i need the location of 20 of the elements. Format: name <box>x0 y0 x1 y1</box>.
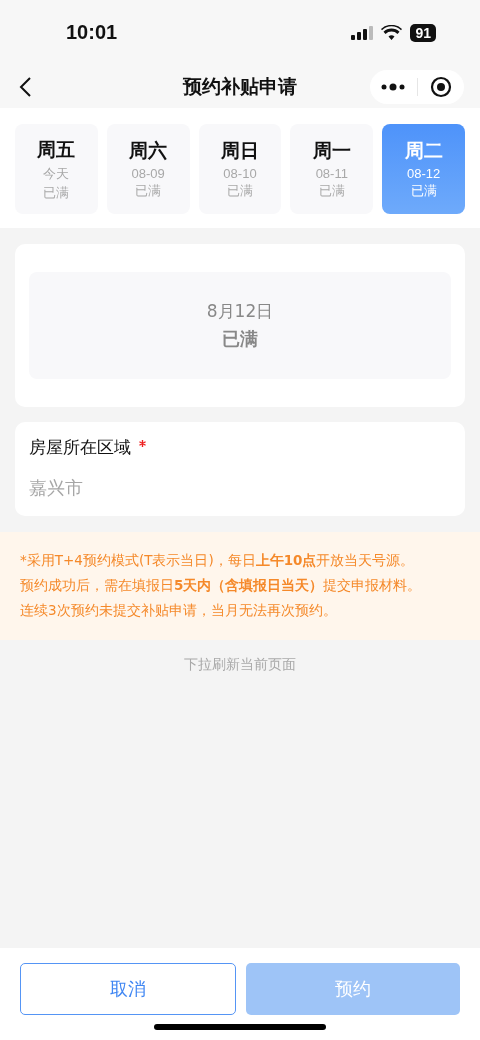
slot-status: 已满 <box>222 327 258 351</box>
slot-date: 8月12日 <box>206 300 274 323</box>
day-tab[interactable]: 周六 08-09 已满 <box>106 124 190 214</box>
day-tab[interactable]: 周日 08-10 已满 <box>198 124 282 214</box>
region-input[interactable]: 嘉兴市 <box>29 473 451 502</box>
page-title: 预约补贴申请 <box>181 73 298 99</box>
refresh-hint: 下拉刷新当前页面 <box>183 656 297 674</box>
notice-text: 连续3次预约未提交补贴申请，当月无法再次预约。 <box>20 601 338 620</box>
day-tab[interactable]: 周一 08-11 已满 <box>290 124 374 214</box>
status-time: 10:01 <box>66 21 118 44</box>
field-label: 房屋所在区域 <box>29 436 131 459</box>
battery-level: 91 <box>415 24 431 41</box>
day-tab[interactable]: 周五 今天 已满 <box>15 124 98 214</box>
wifi-icon <box>381 25 403 40</box>
notice-text: 预约成功后，需在填报日5天内（含填报日当天）提交申报材料。 <box>20 576 423 595</box>
cancel-button[interactable]: 取消 <box>20 963 236 1015</box>
back-button[interactable] <box>18 75 32 98</box>
signal-icon <box>351 25 374 40</box>
region-field[interactable]: 房屋所在区域 嘉兴市 <box>15 422 465 516</box>
notice-text: *采用T+4预约模式(T表示当日)，每日上午10点开放当天号源。 <box>20 551 416 570</box>
